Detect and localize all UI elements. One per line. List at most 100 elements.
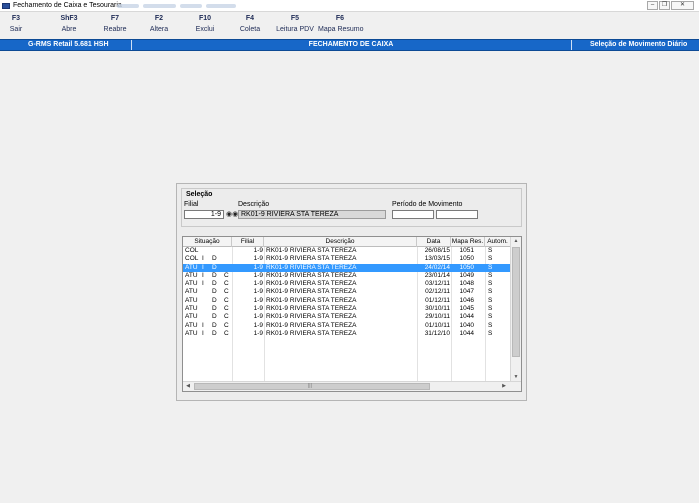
table-row[interactable]: ATU D C 1-9 RK01-9 RIVIERA STA TEREZA 02/12/1… xyxy=(183,288,511,296)
cell-s2: I xyxy=(202,255,204,263)
cell-s2 xyxy=(202,247,210,255)
cell-filial: 1-9 xyxy=(253,247,263,254)
cell-s2: I xyxy=(202,321,204,329)
cell-s2 xyxy=(202,288,210,296)
cell-descricao: RK01-9 RIVIERA STA TEREZA xyxy=(266,305,357,313)
cell-filial: 1-9 xyxy=(253,271,263,279)
binoculars-search-icon[interactable]: ◉◉ xyxy=(226,211,238,219)
cell-s2: I xyxy=(202,329,204,337)
mapa-resumo-label: Mapa Resumo xyxy=(318,26,364,33)
title-bar: Fechamento de Caixa e Tesouraria – ❐ ✕ xyxy=(0,0,699,12)
cell-autom: S xyxy=(488,296,493,304)
cell-autom: S xyxy=(488,247,493,254)
cell-s4: C xyxy=(224,280,229,288)
col-mapa-header[interactable]: Mapa Res. xyxy=(451,237,485,247)
cell-data: 03/12/11 xyxy=(425,280,450,288)
cell-s2 xyxy=(202,297,210,305)
vertical-scroll-thumb[interactable] xyxy=(512,247,520,357)
cell-mapa: 1048 xyxy=(459,280,474,288)
cell-s1: ATU xyxy=(185,296,198,304)
close-icon[interactable]: ✕ xyxy=(671,1,694,10)
reabre-key: F7 xyxy=(110,15,120,22)
selection-panel: Seleção Filial 1-9 ◉◉ Descrição RK01-9 R… xyxy=(176,183,527,401)
cell-mapa: 1050 xyxy=(459,263,474,271)
periodo-start-input[interactable] xyxy=(392,210,434,219)
filial-input[interactable]: 1-9 xyxy=(184,210,224,219)
grid-rows: COL 1-9 RK01-9 RIVIERA STA TEREZA 26/08/15 1… xyxy=(183,247,511,338)
table-row[interactable]: ATU I D C 1-9 RK01-9 RIVIERA STA TEREZA 03/12/… xyxy=(183,280,511,288)
table-row[interactable]: ATU I D C 1-9 RK01-9 RIVIERA STA TEREZA 01/10/… xyxy=(183,322,511,330)
table-row[interactable]: ATU I D C 1-9 RK01-9 RIVIERA STA TEREZA 23/01/… xyxy=(183,272,511,280)
reabre-label: Reabre xyxy=(103,26,127,33)
cell-data: 01/12/11 xyxy=(425,296,450,304)
screen-title: FECHAMENTO DE CAIXA xyxy=(308,41,394,48)
table-row[interactable]: ATU D C 1-9 RK01-9 RIVIERA STA TEREZA 30/10/1… xyxy=(183,305,511,313)
cell-data: 30/10/11 xyxy=(425,305,450,313)
cell-autom: S xyxy=(488,263,493,271)
horizontal-scroll-thumb[interactable] xyxy=(194,383,430,390)
cell-s4: C xyxy=(224,288,229,296)
cell-s3: D xyxy=(212,280,217,288)
leitura-pdv-button[interactable]: F5 Leitura PDV xyxy=(276,15,314,33)
table-row[interactable]: COL 1-9 RK01-9 RIVIERA STA TEREZA 26/08/15 1… xyxy=(183,247,511,255)
col-descricao-header[interactable]: Descrição xyxy=(264,237,417,247)
cell-s3: D xyxy=(212,288,217,296)
cell-mapa: 1050 xyxy=(459,255,474,263)
scroll-right-icon[interactable]: ▶ xyxy=(499,382,509,391)
cell-s4: C xyxy=(224,329,229,337)
restore-icon[interactable]: ❐ xyxy=(659,1,670,10)
col-filial-header[interactable]: Filial xyxy=(232,237,264,247)
cell-autom: S xyxy=(488,313,493,321)
cell-autom: S xyxy=(488,271,493,279)
cell-autom: S xyxy=(488,255,493,263)
sair-button[interactable]: F3 Sair xyxy=(4,15,28,33)
cell-autom: S xyxy=(488,329,493,337)
reabre-button[interactable]: F7 Reabre xyxy=(102,15,128,33)
abre-button[interactable]: ShF3 Abre xyxy=(56,15,82,33)
scroll-left-icon[interactable]: ◀ xyxy=(183,382,193,391)
cell-data: 02/12/11 xyxy=(425,288,450,296)
abre-label: Abre xyxy=(61,26,77,33)
cell-s4 xyxy=(224,255,232,263)
table-row[interactable]: ATU D C 1-9 RK01-9 RIVIERA STA TEREZA 29/10/1… xyxy=(183,313,511,321)
cell-s2: I xyxy=(202,263,204,271)
scroll-up-icon[interactable]: ▲ xyxy=(511,237,521,246)
blurred-title-segment xyxy=(143,4,176,8)
minimize-icon[interactable]: – xyxy=(647,1,658,10)
cell-s3: D xyxy=(212,313,217,321)
cell-filial: 1-9 xyxy=(253,288,263,296)
cell-s2: I xyxy=(202,271,204,279)
col-autom-header[interactable]: Autom. xyxy=(485,237,511,247)
cell-s3: D xyxy=(212,255,217,263)
descricao-label: Descrição xyxy=(238,201,270,208)
periodo-end-input[interactable] xyxy=(436,210,478,219)
coleta-label: Coleta xyxy=(239,26,261,33)
vertical-scrollbar[interactable]: ▲ ▼ xyxy=(510,237,521,382)
cell-data: 24/02/14 xyxy=(424,263,450,271)
cell-mapa: 1040 xyxy=(459,321,474,329)
exclui-button[interactable]: F10 Exclui xyxy=(191,15,219,33)
table-row[interactable]: COL I D 1-9 RK01-9 RIVIERA STA TEREZA 13/03/1… xyxy=(183,255,511,263)
cell-s1: ATU xyxy=(185,321,198,329)
col-data-header[interactable]: Data xyxy=(417,237,451,247)
cell-filial: 1-9 xyxy=(253,321,263,329)
altera-label: Altera xyxy=(149,26,169,33)
cell-s1: COL xyxy=(185,255,199,263)
table-row[interactable]: ATU D C 1-9 RK01-9 RIVIERA STA TEREZA 01/12/1… xyxy=(183,297,511,305)
cell-mapa: 1044 xyxy=(459,329,474,337)
cell-s3: D xyxy=(212,296,217,304)
cell-descricao: RK01-9 RIVIERA STA TEREZA xyxy=(266,296,357,304)
table-row[interactable]: ATU I D C 1-9 RK01-9 RIVIERA STA TEREZA 31/12/… xyxy=(183,330,511,338)
cell-filial: 1-9 xyxy=(253,255,263,263)
table-row[interactable]: ATU I D 1-9 RK01-9 RIVIERA STA TEREZA 24/02/1… xyxy=(183,263,511,272)
screen-subtitle: Seleção de Movimento Diário xyxy=(590,41,688,48)
filial-label: Filial xyxy=(184,201,199,208)
descricao-field: RK01-9 RIVIERA STA TEREZA xyxy=(238,210,386,219)
col-situacao-header[interactable]: Situação xyxy=(183,237,232,247)
coleta-button[interactable]: F4 Coleta xyxy=(236,15,264,33)
mapa-resumo-button[interactable]: F6 Mapa Resumo xyxy=(318,15,364,33)
cell-descricao: RK01-9 RIVIERA STA TEREZA xyxy=(266,247,357,254)
cell-descricao: RK01-9 RIVIERA STA TEREZA xyxy=(266,280,357,288)
horizontal-scrollbar[interactable]: ◀ ||| ▶ xyxy=(183,381,521,391)
altera-button[interactable]: F2 Altera xyxy=(145,15,173,33)
